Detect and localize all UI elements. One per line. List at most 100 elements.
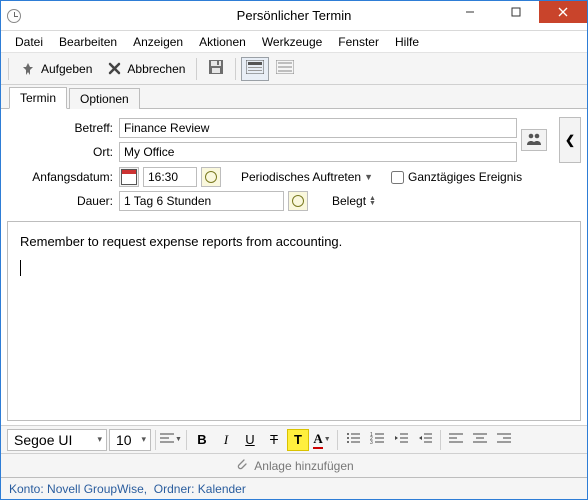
toolbar-sep-1 <box>196 58 197 80</box>
tab-options[interactable]: Optionen <box>69 88 140 109</box>
toolbar-grip <box>8 58 9 80</box>
outdent-button[interactable] <box>390 429 412 451</box>
align-button[interactable]: ▼ <box>160 429 182 451</box>
recurrence-label: Periodisches Auftreten <box>241 170 361 184</box>
subject-label: Betreff: <box>7 121 115 135</box>
bold-button[interactable]: B <box>191 429 213 451</box>
post-button[interactable]: Aufgeben <box>14 58 98 80</box>
body-text: Remember to request expense reports from… <box>20 232 568 252</box>
main-toolbar: Aufgeben Abbrechen <box>1 53 587 85</box>
busy-search-button[interactable] <box>521 129 547 151</box>
view-detail-button[interactable] <box>241 57 269 81</box>
bullets-button[interactable] <box>342 429 364 451</box>
cancel-button-label: Abbrechen <box>127 62 185 76</box>
allday-checkbox[interactable]: Ganztägiges Ereignis <box>391 170 522 184</box>
indent-icon <box>418 432 432 447</box>
align-right-icon <box>497 432 511 447</box>
duration-picker-button[interactable] <box>288 191 308 211</box>
post-button-label: Aufgeben <box>41 62 92 76</box>
menu-window[interactable]: Fenster <box>330 33 387 51</box>
align-right-button[interactable] <box>493 429 515 451</box>
status-account-label: Konto: <box>9 482 44 496</box>
date-picker-button[interactable] <box>119 167 139 187</box>
view-list-button[interactable] <box>271 57 299 81</box>
font-size-combo[interactable]: 10 ▾ <box>109 429 151 451</box>
outdent-icon <box>394 432 408 447</box>
numbering-button[interactable]: 123 <box>366 429 388 451</box>
chevron-down-icon-align: ▼ <box>175 436 182 443</box>
save-button[interactable] <box>202 57 230 81</box>
window-close-button[interactable] <box>539 1 587 23</box>
appointment-form: Betreff: Ort: ❮ Anfangsdatum: Periodisch <box>1 109 587 217</box>
format-toolbar: Segoe UI ▾ 10 ▾ ▼ B I U T T A▼ 123 <box>1 425 587 453</box>
numbering-icon: 123 <box>370 432 384 447</box>
attachment-label: Anlage hinzufügen <box>254 459 353 473</box>
attachment-bar[interactable]: Anlage hinzufügen <box>1 453 587 477</box>
menu-help[interactable]: Hilfe <box>387 33 427 51</box>
text-cursor <box>20 260 21 276</box>
strike-button[interactable]: T <box>263 429 285 451</box>
recurrence-dropdown[interactable]: Periodisches Auftreten ▼ <box>237 170 377 184</box>
italic-button[interactable]: I <box>215 429 237 451</box>
font-family-value: Segoe UI <box>14 432 72 448</box>
menu-bar: Datei Bearbeiten Anzeigen Aktionen Werkz… <box>1 31 587 53</box>
updown-icon: ▲▼ <box>369 196 376 206</box>
subject-input[interactable] <box>119 118 517 138</box>
chevron-down-icon-color: ▼ <box>324 436 331 443</box>
chevron-down-icon: ▼ <box>364 172 373 182</box>
showas-dropdown[interactable]: Belegt ▲▼ <box>328 194 380 208</box>
calendar-icon <box>121 169 137 185</box>
chevron-down-icon-size: ▾ <box>141 434 146 445</box>
menu-edit[interactable]: Bearbeiten <box>51 33 125 51</box>
chevron-down-icon-font: ▾ <box>97 434 102 445</box>
status-folder-label: Ordner: <box>154 482 195 496</box>
toolbar-sep-2 <box>235 58 236 80</box>
window-minimize-button[interactable] <box>447 1 493 23</box>
align-left-button[interactable] <box>445 429 467 451</box>
font-color-button[interactable]: A▼ <box>311 429 333 451</box>
body-textarea[interactable]: Remember to request expense reports from… <box>7 221 581 421</box>
align-icon <box>160 432 174 447</box>
showas-label: Belegt <box>332 194 366 208</box>
underline-button[interactable]: U <box>239 429 261 451</box>
location-label: Ort: <box>7 145 115 159</box>
font-family-combo[interactable]: Segoe UI ▾ <box>7 429 107 451</box>
app-clock-icon <box>7 9 21 23</box>
font-size-value: 10 <box>116 432 132 448</box>
align-center-button[interactable] <box>469 429 491 451</box>
align-left-icon <box>449 432 463 447</box>
startdate-label: Anfangsdatum: <box>7 170 115 184</box>
menu-actions[interactable]: Aktionen <box>191 33 254 51</box>
allday-checkbox-input[interactable] <box>391 171 404 184</box>
status-folder-value: Kalender <box>198 482 246 496</box>
detail-view-icon <box>246 60 264 77</box>
duration-label: Dauer: <box>7 194 115 208</box>
highlight-button[interactable]: T <box>287 429 309 451</box>
bullets-icon <box>346 432 360 447</box>
window-maximize-button[interactable] <box>493 1 539 23</box>
chevron-left-icon: ❮ <box>565 133 575 147</box>
menu-view[interactable]: Anzeigen <box>125 33 191 51</box>
menu-file[interactable]: Datei <box>7 33 51 51</box>
tab-appointment[interactable]: Termin <box>9 87 67 109</box>
paperclip-icon <box>234 457 248 474</box>
indent-button[interactable] <box>414 429 436 451</box>
window-controls <box>447 1 587 30</box>
window-titlebar: Persönlicher Termin <box>1 1 587 31</box>
font-color-icon: A <box>313 431 322 449</box>
cancel-button[interactable]: Abbrechen <box>100 58 191 80</box>
start-time-input[interactable] <box>143 167 197 187</box>
status-account-value: Novell GroupWise <box>47 482 144 496</box>
floppy-icon <box>208 59 224 78</box>
tab-bar: Termin Optionen <box>1 85 587 109</box>
menu-tools[interactable]: Werkzeuge <box>254 33 330 51</box>
status-bar: Konto: Novell GroupWise , Ordner: Kalend… <box>1 477 587 499</box>
collapse-panel-button[interactable]: ❮ <box>559 117 581 163</box>
pin-icon <box>20 61 36 77</box>
time-picker-button[interactable] <box>201 167 221 187</box>
location-input[interactable] <box>119 142 517 162</box>
cancel-x-icon <box>106 61 122 77</box>
allday-label: Ganztägiges Ereignis <box>408 170 522 184</box>
list-view-icon <box>276 60 294 77</box>
duration-input[interactable] <box>119 191 284 211</box>
